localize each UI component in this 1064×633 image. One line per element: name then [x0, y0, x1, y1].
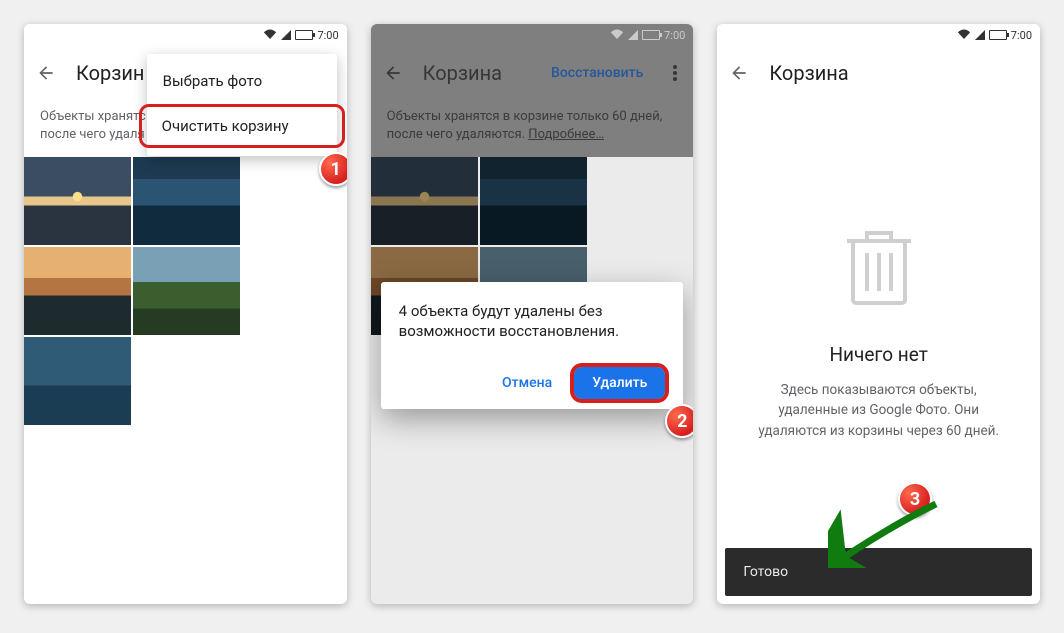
snackbar: Готово [725, 548, 1032, 596]
status-bar: 7:00 [717, 24, 1040, 46]
photo-thumb[interactable] [133, 157, 240, 245]
battery-icon [989, 30, 1007, 40]
battery-icon [295, 30, 313, 40]
clock-text: 7:00 [317, 29, 338, 42]
empty-title: Ничего нет [830, 343, 928, 366]
clock-text: 7:00 [1011, 29, 1032, 42]
signal-icon [281, 30, 291, 40]
step-badge-2: 2 [665, 404, 693, 438]
phone-screen-1: 7:00 Корзин Объекты хранятс после чего у… [24, 24, 347, 604]
snackbar-text: Готово [743, 564, 788, 580]
confirm-dialog: 4 объекта будут удалены без возможности … [381, 282, 684, 409]
empty-state: Ничего нет Здесь показываются объекты, у… [717, 60, 1040, 604]
delete-button[interactable]: Удалить [574, 367, 665, 399]
cancel-button[interactable]: Отмена [492, 367, 562, 399]
phone-screen-3: 7:00 Корзина Ничего нет Здесь показывают… [717, 24, 1040, 604]
overflow-menu: Выбрать фото Очистить корзину [147, 54, 337, 156]
dialog-message: 4 объекта будут удалены без возможности … [399, 302, 666, 341]
menu-item-empty-trash[interactable]: Очистить корзину [139, 104, 345, 148]
photo-thumb[interactable] [24, 337, 131, 425]
wifi-icon [957, 29, 971, 42]
dialog-actions: Отмена Удалить [399, 367, 666, 399]
menu-item-select-photo[interactable]: Выбрать фото [147, 60, 337, 102]
back-icon[interactable] [36, 63, 56, 83]
photo-grid [24, 157, 347, 425]
empty-subtitle: Здесь показываются объекты, удаленные из… [745, 380, 1012, 441]
photo-thumb[interactable] [24, 247, 131, 335]
wifi-icon [263, 29, 277, 42]
signal-icon [975, 30, 985, 40]
status-bar: 7:00 [24, 24, 347, 46]
phone-screen-2: 7:00 Корзина Восстановить Объекты хранят… [371, 24, 694, 604]
step-badge-3: 3 [898, 482, 932, 516]
photo-thumb[interactable] [24, 157, 131, 245]
step-badge-1: 1 [319, 152, 347, 186]
trash-icon [841, 223, 917, 315]
photo-thumb[interactable] [133, 247, 240, 335]
